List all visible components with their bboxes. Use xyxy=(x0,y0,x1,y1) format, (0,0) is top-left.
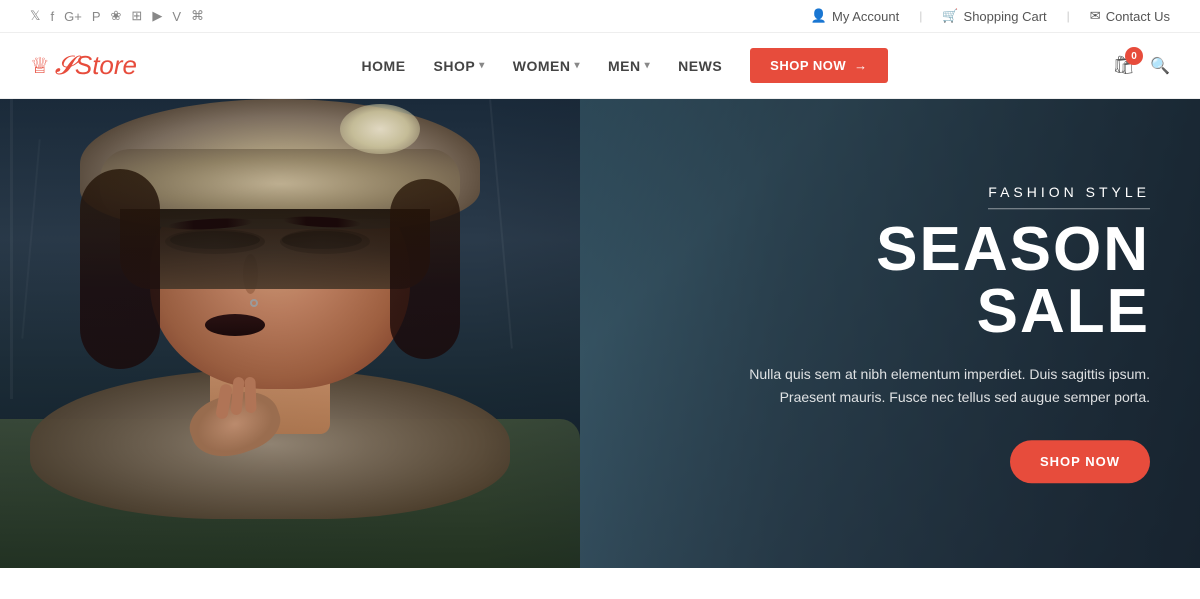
hero-title: SEASON SALE xyxy=(730,219,1150,343)
women-dropdown-arrow: ▾ xyxy=(574,60,580,71)
header-actions: 🛍 0 🔍 xyxy=(1112,55,1170,76)
hero-description: Nulla quis sem at nibh elementum imperdi… xyxy=(730,363,1150,411)
hero-subtitle: FASHION STYLE xyxy=(988,184,1150,209)
main-header: ♕ 𝓢Store HOME SHOP ▾ WOMEN ▾ MEN ▾ NEWS … xyxy=(0,33,1200,99)
shopping-cart-link[interactable]: 🛒 Shopping Cart xyxy=(942,8,1046,24)
contact-icon: ✉ xyxy=(1090,8,1101,24)
hero-section: FASHION STYLE SEASON SALE Nulla quis sem… xyxy=(0,99,1200,568)
shop-dropdown-arrow: ▾ xyxy=(479,60,485,71)
twitter-icon[interactable]: 𝕏 xyxy=(30,8,40,24)
pinterest-icon[interactable]: P xyxy=(92,9,101,24)
cart-icon-top: 🛒 xyxy=(942,8,958,24)
facebook-icon[interactable]: f xyxy=(50,9,54,24)
separator-1: | xyxy=(919,9,922,23)
main-navigation: HOME SHOP ▾ WOMEN ▾ MEN ▾ NEWS SHOP NOW … xyxy=(362,48,888,83)
social-icons: 𝕏 f G+ P ❀ ⊞ ▶ V ⌘ xyxy=(30,8,204,24)
contact-us-link[interactable]: ✉ Contact Us xyxy=(1090,8,1170,24)
account-label: My Account xyxy=(832,9,899,24)
pinterest2-icon[interactable]: ❀ xyxy=(111,8,122,24)
youtube-icon[interactable]: ▶ xyxy=(152,8,162,24)
men-dropdown-arrow: ▾ xyxy=(645,60,651,71)
my-account-link[interactable]: 👤 My Account xyxy=(811,8,899,24)
vine-icon[interactable]: V xyxy=(172,9,181,24)
arrow-icon: → xyxy=(854,58,868,73)
search-button[interactable]: 🔍 xyxy=(1150,56,1170,76)
google-plus-icon[interactable]: G+ xyxy=(64,9,82,24)
cart-button[interactable]: 🛍 0 xyxy=(1112,55,1135,76)
nav-shop[interactable]: SHOP ▾ xyxy=(434,58,485,74)
hero-cta-button[interactable]: SHOP NOW xyxy=(1010,440,1150,483)
logo[interactable]: ♕ 𝓢Store xyxy=(30,50,137,82)
separator-2: | xyxy=(1067,9,1070,23)
shop-now-header-button[interactable]: SHOP NOW → xyxy=(750,48,888,83)
nav-men[interactable]: MEN ▾ xyxy=(608,58,650,74)
hero-content: FASHION STYLE SEASON SALE Nulla quis sem… xyxy=(730,184,1150,484)
top-bar: 𝕏 f G+ P ❀ ⊞ ▶ V ⌘ 👤 My Account | 🛒 Shop… xyxy=(0,0,1200,33)
top-nav: 👤 My Account | 🛒 Shopping Cart | ✉ Conta… xyxy=(811,8,1170,24)
logo-icon: ♕ xyxy=(30,53,50,79)
search-icon: 🔍 xyxy=(1150,58,1170,75)
instagram-icon[interactable]: ⊞ xyxy=(131,8,142,24)
nav-news[interactable]: NEWS xyxy=(678,58,722,74)
rss-icon[interactable]: ⌘ xyxy=(191,8,204,24)
nav-women[interactable]: WOMEN ▾ xyxy=(513,58,580,74)
logo-text: 𝓢Store xyxy=(55,50,137,82)
nav-home[interactable]: HOME xyxy=(362,58,406,74)
contact-label: Contact Us xyxy=(1106,9,1170,24)
cart-label: Shopping Cart xyxy=(964,9,1047,24)
cart-badge: 0 xyxy=(1125,47,1143,65)
account-icon: 👤 xyxy=(811,8,827,24)
